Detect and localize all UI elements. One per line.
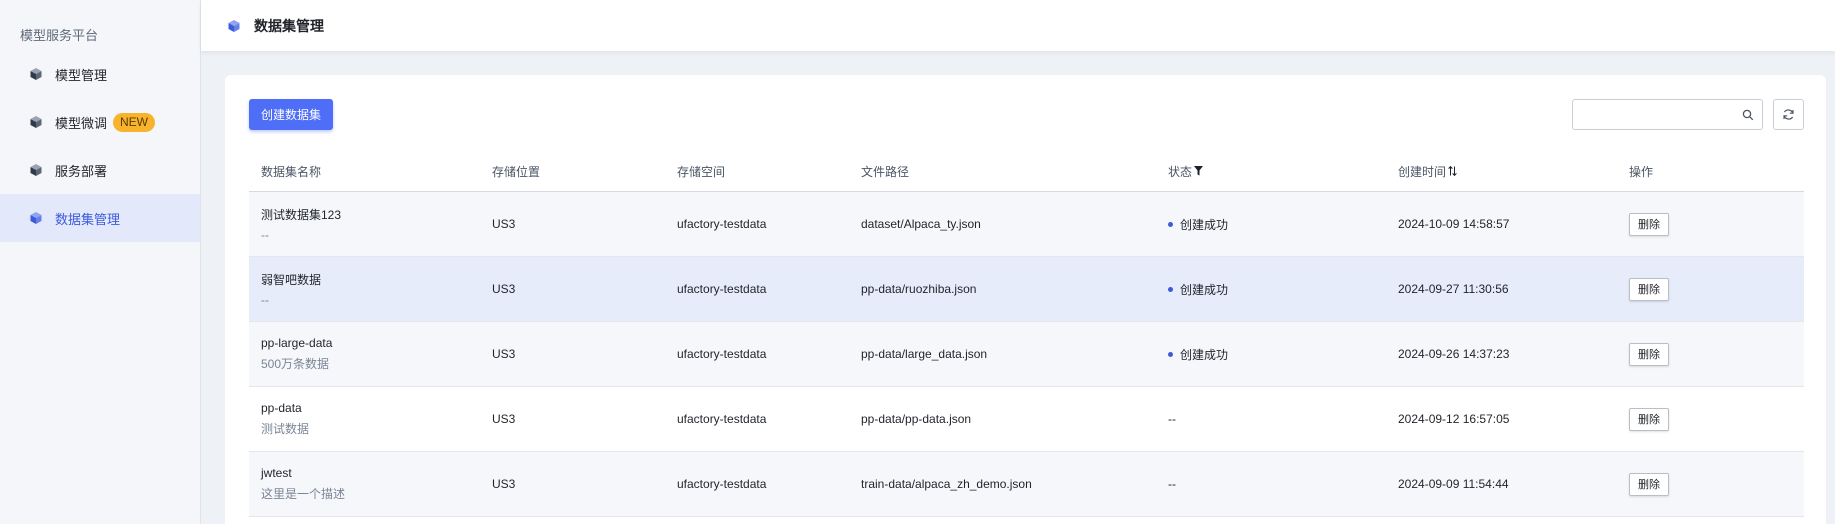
sidebar-title: 模型服务平台: [20, 28, 99, 43]
status-text: --: [1168, 412, 1176, 426]
create-dataset-button[interactable]: 创建数据集: [249, 99, 334, 130]
sidebar-item-dataset-management[interactable]: 数据集管理: [0, 194, 200, 242]
search-icon[interactable]: [1742, 109, 1754, 121]
storage-space: ufactory-testdata: [677, 282, 767, 296]
storage-location: US3: [492, 282, 516, 296]
page-title: 数据集管理: [254, 17, 324, 34]
delete-button[interactable]: 删除: [1629, 212, 1669, 236]
actions-cell: 删除: [1629, 257, 1669, 321]
table-row: jwtest 这里是一个描述 US3 ufactory-testdata tra…: [249, 452, 1804, 517]
cube-icon: [227, 19, 241, 33]
dataset-name-cell: jwtest 这里是一个描述: [261, 452, 345, 516]
created-time: 2024-10-09 14:58:57: [1398, 217, 1510, 231]
filter-icon[interactable]: [1194, 166, 1204, 176]
storage-space: ufactory-testdata: [677, 347, 767, 361]
dataset-description: 这里是一个描述: [261, 487, 346, 501]
status-cell: 创建成功: [1168, 257, 1228, 321]
refresh-button[interactable]: [1773, 99, 1804, 130]
column-header-actions: 操作: [1629, 164, 1654, 179]
file-path: pp-data/pp-data.json: [861, 412, 972, 426]
status-dot-icon: [1168, 351, 1173, 357]
column-header-name: 数据集名称: [261, 164, 322, 179]
created-time: 2024-09-09 11:54:44: [1398, 477, 1509, 491]
sidebar-item-label: 模型微调: [55, 115, 108, 131]
page-header: 数据集管理: [201, 0, 1835, 51]
sidebar-item-service-deploy[interactable]: 服务部署: [0, 146, 200, 194]
file-path: train-data/alpaca_zh_demo.json: [861, 477, 1032, 491]
cube-icon: [29, 115, 43, 129]
column-header-path: 文件路径: [861, 164, 910, 179]
column-header-created: 创建时间: [1398, 150, 1457, 192]
status-text: 创建成功: [1180, 347, 1229, 362]
dataset-card: 创建数据集 数据集名称 存储位置 存储空间 文件路径 状态 创建时间 操作 测试…: [225, 75, 1826, 524]
table-row: 测试数据集123 -- US3 ufactory-testdata datase…: [249, 192, 1804, 257]
dataset-name: jwtest: [261, 466, 292, 480]
actions-cell: 删除: [1629, 192, 1669, 256]
delete-button[interactable]: 删除: [1629, 342, 1669, 366]
dataset-name: pp-large-data: [261, 336, 333, 350]
sidebar: 模型服务平台 模型管理 模型微调 NEW 服务部署 数据集管理: [0, 0, 201, 524]
file-path: dataset/Alpaca_ty.json: [861, 217, 981, 231]
status-cell: --: [1168, 387, 1176, 451]
cube-icon: [29, 211, 43, 225]
sidebar-item-model-management[interactable]: 模型管理: [0, 50, 200, 98]
dataset-name-cell: 弱智吧数据 --: [261, 257, 321, 321]
file-path: pp-data/large_data.json: [861, 347, 988, 361]
column-header-status: 状态: [1168, 150, 1204, 192]
storage-location: US3: [492, 412, 516, 426]
table-row: pp-large-data 500万条数据 US3 ufactory-testd…: [249, 322, 1804, 387]
status-text: 创建成功: [1180, 217, 1229, 232]
search-input[interactable]: [1573, 100, 1733, 129]
created-time: 2024-09-26 14:37:23: [1398, 347, 1510, 361]
table-row: 弱智吧数据 -- US3 ufactory-testdata pp-data/r…: [249, 257, 1804, 322]
dataset-description: 测试数据: [261, 422, 310, 436]
search-box: [1572, 99, 1763, 130]
storage-location: US3: [492, 217, 516, 231]
actions-cell: 删除: [1629, 452, 1669, 516]
status-text: --: [1168, 477, 1176, 491]
column-header-space: 存储空间: [677, 164, 726, 179]
sidebar-item-label: 服务部署: [55, 163, 108, 179]
storage-location: US3: [492, 347, 516, 361]
dataset-name: pp-data: [261, 401, 302, 415]
dataset-name-cell: 测试数据集123 --: [261, 192, 341, 256]
cube-icon: [29, 67, 43, 81]
status-dot-icon: [1168, 286, 1173, 292]
dataset-table: 数据集名称 存储位置 存储空间 文件路径 状态 创建时间 操作 测试数据集123…: [249, 150, 1804, 517]
delete-button[interactable]: 删除: [1629, 472, 1669, 496]
created-time: 2024-09-12 16:57:05: [1398, 412, 1510, 426]
delete-button[interactable]: 删除: [1629, 407, 1669, 431]
actions-cell: 删除: [1629, 387, 1669, 451]
refresh-icon: [1782, 108, 1795, 121]
status-cell: 创建成功: [1168, 322, 1228, 386]
column-header-location: 存储位置: [492, 164, 541, 179]
dataset-name: 弱智吧数据: [261, 273, 322, 287]
delete-button[interactable]: 删除: [1629, 277, 1669, 301]
created-time: 2024-09-27 11:30:56: [1398, 282, 1509, 296]
dataset-description: 500万条数据: [261, 357, 330, 371]
status-cell: 创建成功: [1168, 192, 1228, 256]
dataset-description: --: [261, 228, 269, 242]
dataset-name-cell: pp-large-data 500万条数据: [261, 322, 332, 386]
table-row: pp-data 测试数据 US3 ufactory-testdata pp-da…: [249, 387, 1804, 452]
storage-space: ufactory-testdata: [677, 477, 767, 491]
sidebar-item-model-finetune[interactable]: 模型微调 NEW: [0, 98, 200, 146]
storage-space: ufactory-testdata: [677, 412, 767, 426]
dataset-description: --: [261, 293, 269, 307]
status-cell: --: [1168, 452, 1176, 516]
dataset-name: 测试数据集123: [261, 208, 342, 222]
cube-icon: [29, 163, 43, 177]
table-header: 数据集名称 存储位置 存储空间 文件路径 状态 创建时间 操作: [249, 150, 1804, 192]
new-badge: NEW: [113, 112, 156, 132]
status-dot-icon: [1168, 221, 1173, 227]
dataset-name-cell: pp-data 测试数据: [261, 387, 309, 451]
status-text: 创建成功: [1180, 282, 1229, 297]
sort-icon[interactable]: [1448, 166, 1457, 176]
actions-cell: 删除: [1629, 322, 1669, 386]
file-path: pp-data/ruozhiba.json: [861, 282, 977, 296]
sidebar-item-label: 模型管理: [55, 67, 108, 83]
sidebar-item-label: 数据集管理: [55, 211, 121, 227]
storage-space: ufactory-testdata: [677, 217, 767, 231]
storage-location: US3: [492, 477, 516, 491]
